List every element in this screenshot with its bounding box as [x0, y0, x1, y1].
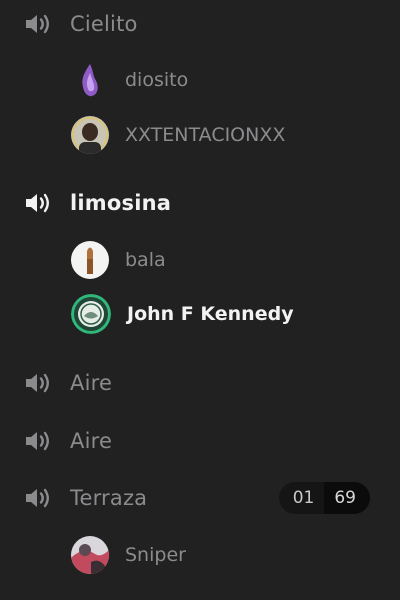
channel-name: Aire	[70, 371, 113, 395]
portrait-avatar	[71, 116, 109, 154]
channel-name: Terraza	[70, 486, 148, 510]
speaker-icon	[24, 485, 58, 511]
channel-name: Cielito	[70, 12, 138, 36]
voice-channel-aire-2[interactable]: Aire	[24, 421, 376, 461]
speaker-icon	[24, 428, 58, 454]
user-limit: 69	[324, 482, 370, 514]
speaker-icon	[24, 11, 58, 37]
user-name: diosito	[125, 69, 189, 91]
speaker-icon	[24, 190, 58, 216]
voice-channel-limosina[interactable]: limosina	[24, 183, 376, 223]
bullet-avatar	[71, 241, 109, 279]
channel-name: Aire	[70, 429, 113, 453]
purple-flame-avatar	[71, 61, 109, 99]
user-count: 01	[278, 482, 325, 514]
user-name: Sniper	[125, 544, 186, 566]
user-limit-badge: 01 69	[278, 482, 370, 514]
user-name: John F Kennedy	[127, 303, 294, 325]
seal-avatar	[71, 294, 111, 334]
voice-user-john-f-kennedy[interactable]: John F Kennedy	[71, 291, 376, 337]
user-name: bala	[125, 249, 166, 271]
voice-channel-aire[interactable]: Aire	[24, 363, 376, 403]
user-name: XXTENTACIONXX	[125, 124, 286, 146]
voice-user-diosito[interactable]: diosito	[71, 57, 376, 103]
channel-name: limosina	[70, 191, 172, 215]
voice-user-sniper[interactable]: Sniper	[71, 532, 376, 578]
photo-avatar	[71, 536, 109, 574]
voice-channel-cielito[interactable]: Cielito	[24, 4, 376, 44]
voice-channel-list: Cielito diosito XXTENTACIONXX limosina b…	[0, 0, 400, 600]
voice-user-bala[interactable]: bala	[71, 237, 376, 283]
speaker-icon	[24, 370, 58, 396]
voice-user-xxtentacionxx[interactable]: XXTENTACIONXX	[71, 112, 376, 158]
